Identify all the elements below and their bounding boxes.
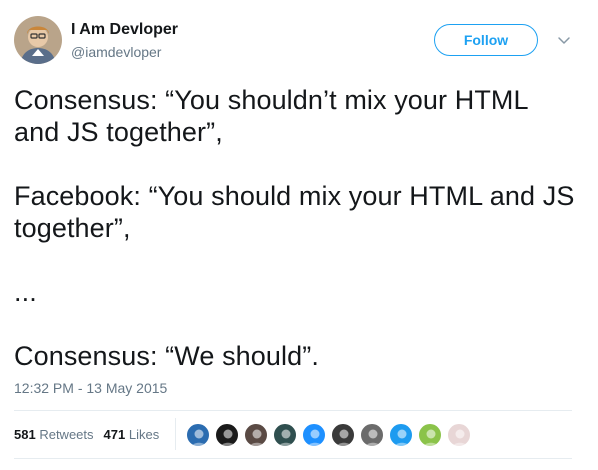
liker-avatar-1-icon[interactable] <box>186 423 210 447</box>
liker-avatar-6-icon[interactable] <box>331 423 355 447</box>
likes-stat[interactable]: 471 Likes <box>104 427 160 442</box>
tweet-paragraph: Consensus: “You shouldn’t mix your HTML … <box>14 85 529 147</box>
liker-avatar-3-icon[interactable] <box>244 423 268 447</box>
author-avatar[interactable] <box>14 16 62 64</box>
author-handle[interactable]: @iamdevloper <box>71 43 178 61</box>
stats-divider <box>175 418 176 450</box>
liker-avatar-8-icon[interactable] <box>389 423 413 447</box>
divider <box>14 410 572 411</box>
liker-avatar-4-icon[interactable] <box>273 423 297 447</box>
liker-avatar-10-icon[interactable] <box>447 423 471 447</box>
liker-avatar-2-icon[interactable] <box>215 423 239 447</box>
follow-button[interactable]: Follow <box>434 24 538 56</box>
divider <box>14 458 572 459</box>
likes-count: 471 <box>103 427 126 442</box>
liker-avatar-9-icon[interactable] <box>418 423 442 447</box>
tweet-card: I Am Devloper @iamdevloper Follow Consen… <box>0 0 598 470</box>
tweet-text: Consensus: “You shouldn’t mix your HTML … <box>14 84 584 372</box>
author-info: I Am Devloper @iamdevloper <box>71 20 178 61</box>
liker-avatars <box>186 423 476 447</box>
tweet-paragraph: Consensus: “We should”. <box>14 341 319 371</box>
liker-avatar-5-icon[interactable] <box>302 423 326 447</box>
more-options-chevron-down-icon[interactable] <box>556 32 572 48</box>
person-avatar-icon <box>14 16 62 64</box>
retweets-label: Retweets <box>39 427 94 442</box>
likes-label: Likes <box>128 427 160 442</box>
tweet-paragraph: ... <box>14 277 37 307</box>
retweets-stat[interactable]: 581 Retweets <box>14 427 94 442</box>
tweet-timestamp[interactable]: 12:32 PM - 13 May 2015 <box>14 380 167 396</box>
liker-avatar-7-icon[interactable] <box>360 423 384 447</box>
tweet-paragraph: Facebook: “You should mix your HTML and … <box>14 181 575 243</box>
retweets-count: 581 <box>14 427 36 442</box>
author-display-name[interactable]: I Am Devloper <box>71 20 178 40</box>
tweet-stats: 581 Retweets 471 Likes <box>14 427 159 442</box>
